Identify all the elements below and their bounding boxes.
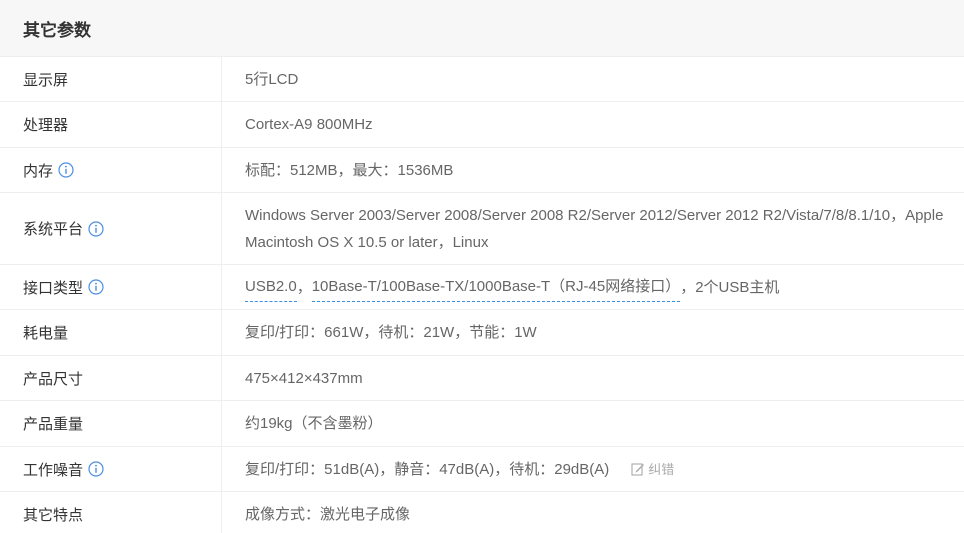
ethernet-link[interactable]: 10Base-T/100Base-TX/1000Base-T（RJ-45网络接口… [311,273,681,302]
param-value: 成像方式：激光电子成像 [245,505,411,523]
param-row-os: 系统平台 Windows Server 2003/Server 2008/Ser… [0,193,964,265]
param-value: 标配：512MB，最大：1536MB [245,161,454,179]
param-value: USB2.0， 10Base-T/100Base-TX/1000Base-T（RJ… [222,265,964,309]
param-value: 复印/打印：661W，待机：21W，节能：1W [245,324,537,341]
param-value: 复印/打印：51dB(A)，静音：47dB(A)，待机：29dB(A) 纠错 [222,447,964,491]
param-label: 耗电量 [0,310,222,355]
param-label-text: 产品尺寸 [23,370,84,388]
info-icon[interactable] [88,279,104,295]
param-label-text: 接口类型 [23,279,84,297]
info-icon[interactable] [88,220,104,237]
other-params-panel: 其它参数 显示屏 5行LCD 处理器 Cortex-A9 800MHz 内存 标… [0,0,964,533]
param-label: 接口类型 [0,265,222,309]
separator: ， [296,278,312,296]
param-label-text: 工作噪音 [23,461,84,479]
edit-icon [631,463,645,476]
correct-label: 纠错 [648,461,675,477]
param-value: 475×412×437mm [245,369,363,387]
param-label-text: 其它特点 [23,506,84,524]
param-row-memory: 内存 标配：512MB，最大：1536MB [0,148,964,193]
param-label: 内存 [0,148,222,192]
param-label-text: 处理器 [23,117,69,134]
param-row-interface: 接口类型 USB2.0， 10Base-T/100Base-TX/1000Base… [0,265,964,310]
param-label: 工作噪音 [0,447,222,491]
param-label-text: 耗电量 [23,325,69,342]
param-label-text: 内存 [23,162,54,180]
info-icon[interactable] [58,162,74,178]
param-row-processor: 处理器 Cortex-A9 800MHz [0,102,964,148]
param-row-size: 产品尺寸 475×412×437mm [0,356,964,401]
interface-rest: ，2个USB主机 [680,278,780,296]
param-label: 系统平台 [0,193,222,264]
param-label-text: 系统平台 [23,221,84,238]
param-label: 其它特点 [0,492,222,533]
param-label: 显示屏 [0,57,222,101]
param-value: Cortex-A9 800MHz [245,116,373,133]
param-label: 处理器 [0,102,222,147]
info-icon[interactable] [88,461,104,477]
param-row-noise: 工作噪音 复印/打印：51dB(A)，静音：47dB(A)，待机：29dB(A)… [0,447,964,492]
param-label-text: 产品重量 [23,416,84,433]
param-value-text: 复印/打印：51dB(A)，静音：47dB(A)，待机：29dB(A) [245,460,610,478]
section-title: 其它参数 [23,20,91,40]
param-value: 5行LCD [245,70,299,88]
param-label: 产品重量 [0,401,222,446]
usb-link[interactable]: USB2.0 [245,273,297,302]
section-header: 其它参数 [0,0,964,57]
correct-button[interactable]: 纠错 [631,456,674,483]
param-value: 约19kg（不含墨粉） [245,415,383,432]
param-row-display: 显示屏 5行LCD [0,57,964,102]
param-label-text: 显示屏 [23,71,69,89]
param-row-weight: 产品重量 约19kg（不含墨粉） [0,401,964,447]
param-value: Windows Server 2003/Server 2008/Server 2… [245,206,944,251]
param-label: 产品尺寸 [0,356,222,400]
param-row-features: 其它特点 成像方式：激光电子成像 [0,492,964,533]
param-row-power: 耗电量 复印/打印：661W，待机：21W，节能：1W [0,310,964,356]
